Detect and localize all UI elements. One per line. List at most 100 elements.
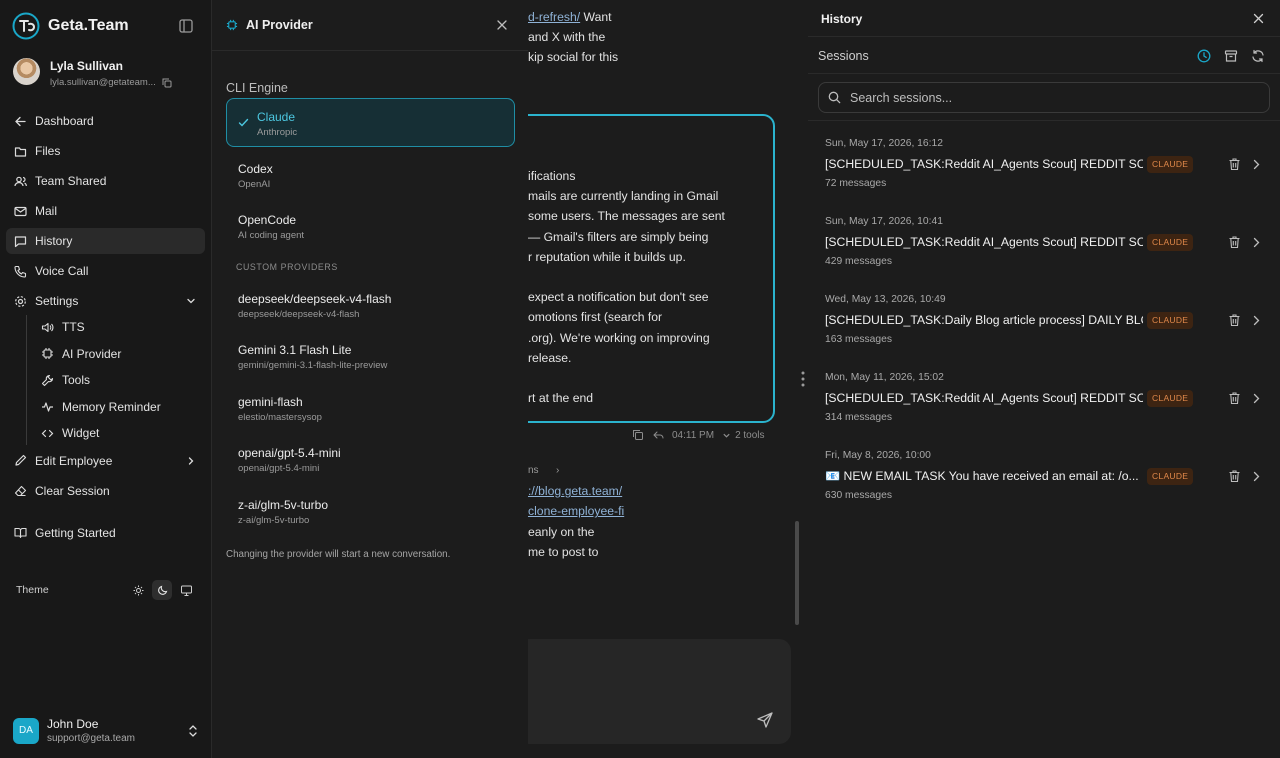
- nav-getting-started[interactable]: Getting Started: [6, 520, 205, 546]
- nav-tts[interactable]: TTS: [33, 315, 205, 339]
- session-date: Fri, May 8, 2026, 10:00: [825, 450, 931, 461]
- provider-name: deepseek/deepseek-v4-flash: [238, 292, 392, 306]
- custom-providers-label: CUSTOM PROVIDERS: [236, 262, 338, 272]
- nav-voice-call[interactable]: Voice Call: [6, 258, 205, 284]
- search-box: [818, 82, 1270, 113]
- nav-settings[interactable]: Settings: [6, 288, 205, 314]
- chevron-right-icon[interactable]: [1252, 471, 1261, 482]
- account-name: John Doe: [47, 717, 99, 731]
- trash-icon[interactable]: [1228, 157, 1241, 171]
- chevron-right-icon[interactable]: [186, 456, 196, 466]
- account-email: support@geta.team: [47, 733, 135, 744]
- engine-vendor: Anthropic: [257, 127, 298, 138]
- close-icon[interactable]: [496, 19, 508, 31]
- provider-name: openai/gpt-5.4-mini: [238, 446, 341, 461]
- chevron-right-icon[interactable]: [1252, 237, 1261, 248]
- session-title: [SCHEDULED_TASK:Reddit AI_Agents Scout] …: [825, 391, 1143, 405]
- trash-icon[interactable]: [1228, 391, 1241, 405]
- assistant-message-text: ifications mails are currently landing i…: [528, 166, 725, 408]
- refresh-icon[interactable]: [1251, 49, 1265, 63]
- custom-provider-option[interactable]: openai/gpt-5.4-mini openai/gpt-5.4-mini: [226, 437, 515, 486]
- brand-name: Geta.Team: [48, 17, 129, 34]
- chat-scrollbar[interactable]: [795, 521, 799, 625]
- session-item[interactable]: Wed, May 13, 2026, 10:49 [SCHEDULED_TASK…: [808, 286, 1280, 364]
- session-message-count: 630 messages: [825, 490, 892, 501]
- settings-subnav: TTS AI Provider Tools Memory Reminder Wi…: [26, 315, 205, 446]
- brand[interactable]: Geta.Team: [12, 12, 129, 40]
- nav-team-shared-label: Team Shared: [35, 174, 107, 188]
- message-text-line: [528, 368, 725, 388]
- nav-history[interactable]: History: [6, 228, 205, 254]
- search-sessions-input[interactable]: [850, 90, 1250, 105]
- chevron-down-icon[interactable]: [186, 296, 196, 306]
- custom-provider-option[interactable]: z-ai/glm-5v-turbo z-ai/glm-5v-turbo: [226, 489, 515, 538]
- trash-icon[interactable]: [1228, 469, 1241, 483]
- session-title: 📧 NEW EMAIL TASK You have received an em…: [825, 469, 1139, 483]
- copy-icon[interactable]: [632, 429, 644, 441]
- resize-handle-icon[interactable]: [801, 371, 805, 387]
- engine-name: Claude: [257, 110, 296, 124]
- custom-provider-option[interactable]: Gemini 3.1 Flash Lite gemini/gemini-3.1-…: [226, 334, 515, 383]
- code-icon: [41, 427, 54, 440]
- sessions-toolbar: Sessions: [808, 37, 1280, 74]
- nav-memory-reminder[interactable]: Memory Reminder: [33, 395, 205, 419]
- theme-dark-button[interactable]: [152, 580, 172, 600]
- message-composer[interactable]: [528, 639, 791, 744]
- custom-provider-option[interactable]: gemini-flash elestio/mastersysop: [226, 386, 515, 435]
- engine-option-claude[interactable]: Claude Anthropic: [226, 98, 515, 147]
- session-item[interactable]: Sun, May 17, 2026, 10:41 [SCHEDULED_TASK…: [808, 208, 1280, 286]
- activity-icon: [41, 400, 54, 413]
- session-item[interactable]: Mon, May 11, 2026, 15:02 [SCHEDULED_TASK…: [808, 364, 1280, 442]
- geta-logo-icon: [12, 12, 40, 40]
- nav-files[interactable]: Files: [6, 138, 205, 164]
- nav-widget[interactable]: Widget: [33, 421, 205, 445]
- nav-settings-label: Settings: [35, 294, 79, 308]
- nav-edit-employee[interactable]: Edit Employee: [6, 448, 205, 474]
- nav-widget-label: Widget: [62, 426, 100, 441]
- message-text-line: ifications: [528, 169, 576, 183]
- provider-model: z-ai/glm-5v-turbo: [238, 514, 310, 526]
- nav-voice-call-label: Voice Call: [35, 264, 89, 278]
- message-link[interactable]: ://blog.geta.team/: [528, 484, 622, 498]
- engine-option-opencode[interactable]: OpenCode AI coding agent: [226, 201, 515, 250]
- message-link[interactable]: d-refresh/: [528, 10, 580, 24]
- trash-icon[interactable]: [1228, 313, 1241, 327]
- message-link[interactable]: clone-employee-fi: [528, 504, 624, 518]
- nav-ai-provider[interactable]: AI Provider: [33, 342, 205, 366]
- tools-count[interactable]: 2 tools: [735, 430, 764, 441]
- session-message-count: 72 messages: [825, 178, 887, 189]
- message-text-line: r reputation while it builds up.: [528, 249, 686, 264]
- message-text-line: rt at the end: [528, 391, 594, 406]
- reply-icon[interactable]: [652, 429, 664, 441]
- chevron-right-icon[interactable]: ›: [556, 465, 559, 476]
- nav-mail[interactable]: Mail: [6, 198, 205, 224]
- search-row: [808, 74, 1280, 121]
- close-icon[interactable]: [1253, 13, 1264, 24]
- sidebar-collapse-icon[interactable]: [179, 19, 193, 33]
- check-icon: [238, 118, 249, 127]
- chevron-right-icon[interactable]: [1252, 393, 1261, 404]
- nav-dashboard[interactable]: Dashboard: [6, 108, 205, 134]
- nav-tools[interactable]: Tools: [33, 368, 205, 392]
- copy-icon[interactable]: [162, 78, 172, 88]
- nav-clear-session[interactable]: Clear Session: [6, 478, 205, 504]
- session-date: Sun, May 17, 2026, 16:12: [825, 138, 943, 149]
- account-switcher[interactable]: DA John Doe support@geta.team: [13, 717, 199, 744]
- nav-team-shared[interactable]: Team Shared: [6, 168, 205, 194]
- archive-icon[interactable]: [1224, 49, 1238, 63]
- custom-provider-option[interactable]: deepseek/deepseek-v4-flash deepseek/deep…: [226, 283, 515, 332]
- chevron-right-icon[interactable]: [1252, 315, 1261, 326]
- send-icon[interactable]: [756, 711, 774, 729]
- user-email-row: lyla.sullivan@getateam...: [50, 77, 172, 88]
- engine-option-codex[interactable]: Codex OpenAI: [226, 150, 515, 199]
- session-item[interactable]: Fri, May 8, 2026, 10:00 📧 NEW EMAIL TASK…: [808, 442, 1280, 520]
- chevron-right-icon[interactable]: [1252, 159, 1261, 170]
- clock-icon[interactable]: [1197, 49, 1211, 63]
- user-name: Lyla Sullivan: [50, 59, 123, 73]
- session-item[interactable]: Sun, May 17, 2026, 16:12 [SCHEDULED_TASK…: [808, 130, 1280, 208]
- trash-icon[interactable]: [1228, 235, 1241, 249]
- theme-light-button[interactable]: [128, 580, 148, 600]
- theme-system-button[interactable]: [176, 580, 196, 600]
- nav-ai-provider-label: AI Provider: [62, 346, 122, 361]
- chevron-down-icon[interactable]: [722, 431, 731, 440]
